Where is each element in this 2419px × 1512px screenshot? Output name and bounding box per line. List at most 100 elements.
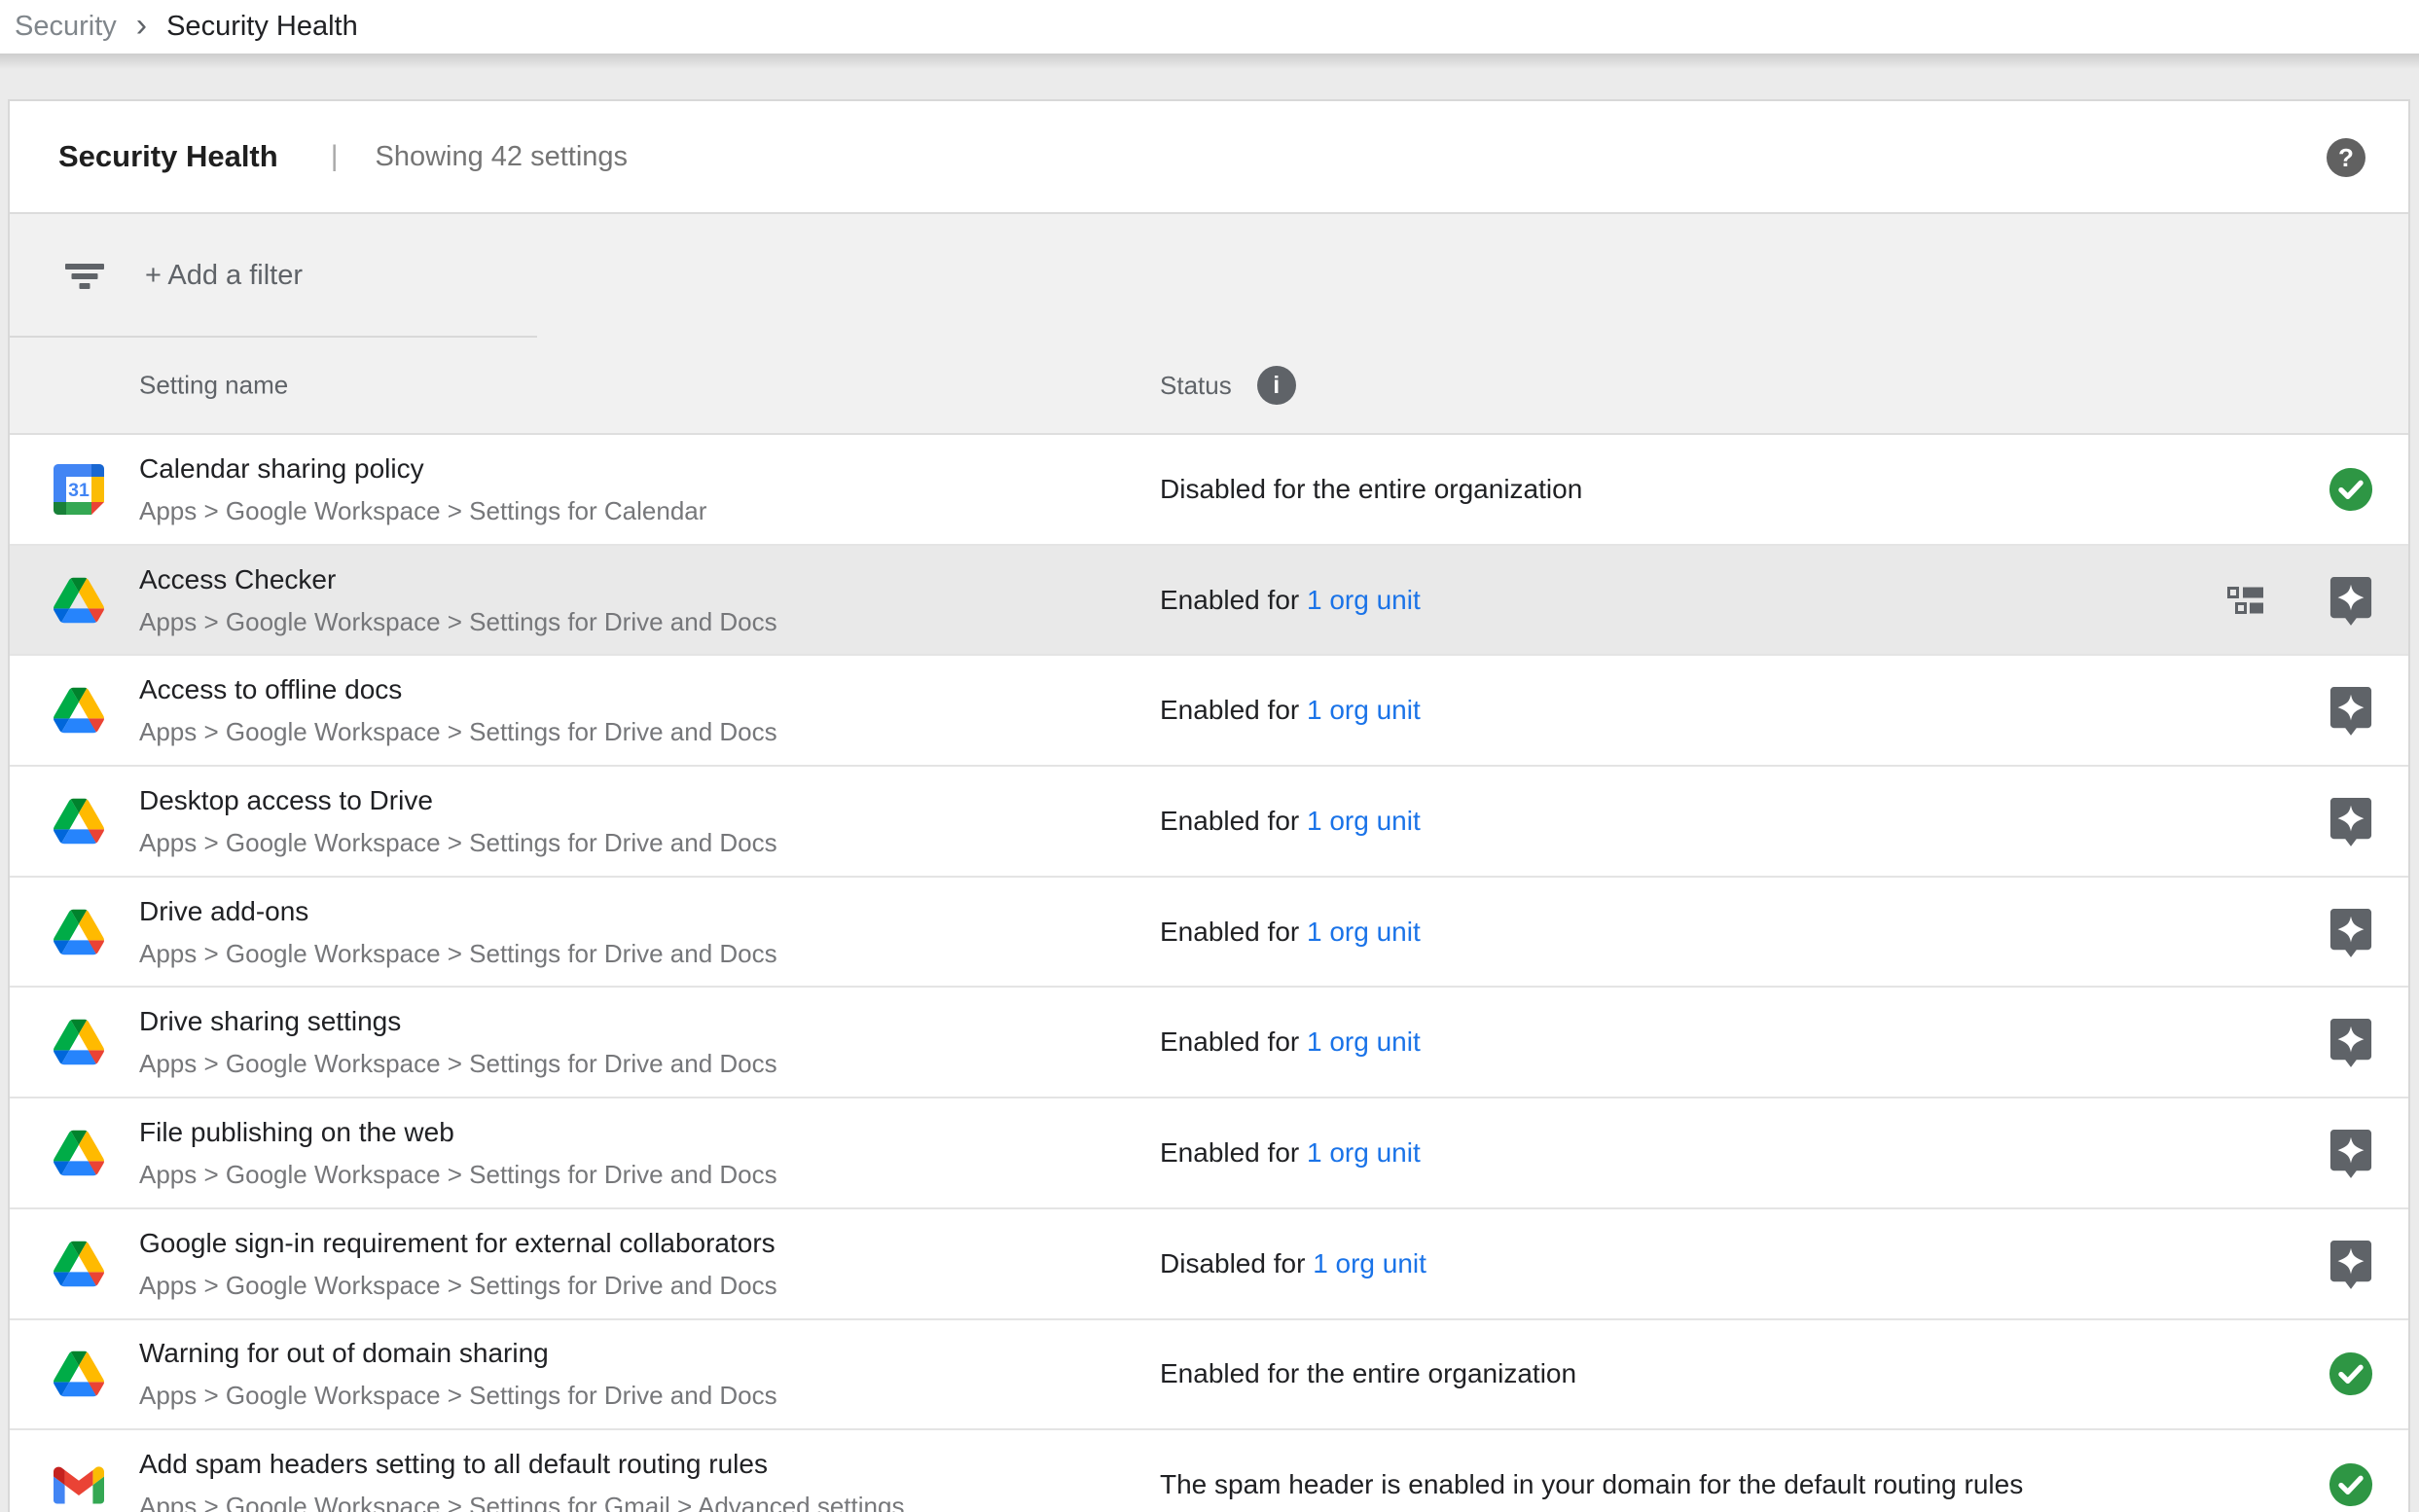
org-unit-link[interactable]: 1 org unit xyxy=(1307,695,1421,725)
setting-status: Enabled for 1 org unit xyxy=(1160,806,1421,837)
breadcrumb-current: Security Health xyxy=(166,11,358,43)
recommendation-badge-icon[interactable] xyxy=(2329,685,2373,736)
org-unit-link[interactable]: 1 org unit xyxy=(1307,585,1421,615)
drive-icon xyxy=(54,907,104,957)
setting-name: Google sign-in requirement for external … xyxy=(139,1227,777,1260)
breadcrumb-parent-link[interactable]: Security xyxy=(15,11,117,43)
setting-path: Apps > Google Workspace > Settings for D… xyxy=(139,827,777,858)
setting-status: Enabled for 1 org unit xyxy=(1160,695,1421,726)
recommendation-badge-icon[interactable] xyxy=(2329,796,2373,846)
status-text: Enabled for xyxy=(1160,1137,1307,1168)
check-circle-icon xyxy=(2329,1351,2373,1396)
breadcrumb-chevron-icon: › xyxy=(136,9,147,42)
check-circle-icon xyxy=(2329,1462,2373,1507)
recommendation-badge-icon[interactable] xyxy=(2329,1239,2373,1289)
setting-status: Enabled for the entire organization xyxy=(1160,1358,1576,1389)
setting-status: The spam header is enabled in your domai… xyxy=(1160,1469,2023,1500)
filter-and-header-section: + Add a filter Setting name Status i xyxy=(10,214,2408,435)
setting-name: Calendar sharing policy xyxy=(139,452,706,486)
drive-icon xyxy=(54,1239,104,1289)
column-status: Status i xyxy=(1160,366,1296,405)
check-circle-icon xyxy=(2329,467,2373,512)
setting-path: Apps > Google Workspace > Settings for D… xyxy=(139,1270,777,1301)
recommendation-badge-icon[interactable] xyxy=(2329,907,2373,957)
info-icon[interactable]: i xyxy=(1257,366,1296,405)
setting-name: Access to offline docs xyxy=(139,673,777,706)
drive-icon xyxy=(54,796,104,846)
setting-status: Enabled for 1 org unit xyxy=(1160,917,1421,948)
setting-name: File publishing on the web xyxy=(139,1116,777,1149)
setting-path: Apps > Google Workspace > Settings for D… xyxy=(139,606,777,637)
setting-path: Apps > Google Workspace > Settings for D… xyxy=(139,1159,777,1190)
status-text: Enabled for xyxy=(1160,695,1307,725)
setting-row[interactable]: Warning for out of domain sharing Apps > … xyxy=(10,1320,2408,1431)
status-text: Disabled for the entire organization xyxy=(1160,474,1582,504)
setting-path: Apps > Google Workspace > Settings for D… xyxy=(139,1380,777,1411)
card-titlebar: Security Health | Showing 42 settings ? xyxy=(10,101,2408,214)
setting-name: Drive add-ons xyxy=(139,895,777,928)
status-text: The spam header is enabled in your domai… xyxy=(1160,1469,2023,1499)
org-unit-link[interactable]: 1 org unit xyxy=(1307,1026,1421,1057)
settings-list: 31 Calendar sharing policy Apps > Google W… xyxy=(10,435,2408,1512)
status-text: Enabled for xyxy=(1160,806,1307,836)
setting-row[interactable]: Drive add-ons Apps > Google Workspace > S… xyxy=(10,878,2408,989)
setting-status: Disabled for 1 org unit xyxy=(1160,1248,1426,1279)
drive-icon xyxy=(54,685,104,736)
setting-path: Apps > Google Workspace > Settings for G… xyxy=(139,1491,904,1512)
setting-path: Apps > Google Workspace > Settings for D… xyxy=(139,716,777,747)
status-text: Enabled for xyxy=(1160,585,1307,615)
setting-path: Apps > Google Workspace > Settings for D… xyxy=(139,938,777,969)
recommendation-badge-icon[interactable] xyxy=(2329,575,2373,626)
column-status-label: Status xyxy=(1160,371,1232,401)
table-header: Setting name Status i xyxy=(10,338,2408,435)
setting-row[interactable]: 31 Calendar sharing policy Apps > Google W… xyxy=(10,435,2408,546)
recommendation-badge-icon[interactable] xyxy=(2329,1128,2373,1178)
setting-row[interactable]: File publishing on the web Apps > Google … xyxy=(10,1098,2408,1209)
add-filter-button[interactable]: + Add a filter xyxy=(145,260,303,292)
settings-count: Showing 42 settings xyxy=(376,141,629,173)
setting-name: Warning for out of domain sharing xyxy=(139,1337,777,1370)
setting-name: Access Checker xyxy=(139,563,777,596)
setting-name: Add spam headers setting to all default … xyxy=(139,1448,904,1481)
setting-row[interactable]: Drive sharing settings Apps > Google Work… xyxy=(10,988,2408,1098)
calendar-icon: 31 xyxy=(54,464,104,515)
setting-row[interactable]: Desktop access to Drive Apps > Google Wor… xyxy=(10,767,2408,878)
status-text: Enabled for the entire organization xyxy=(1160,1358,1576,1388)
org-unit-link[interactable]: 1 org unit xyxy=(1307,1137,1421,1168)
status-text: Enabled for xyxy=(1160,1026,1307,1057)
drive-icon xyxy=(54,575,104,626)
setting-path: Apps > Google Workspace > Settings for C… xyxy=(139,495,706,526)
org-unit-link[interactable]: 1 org unit xyxy=(1307,917,1421,947)
setting-row[interactable]: Access to offline docs Apps > Google Work… xyxy=(10,656,2408,767)
status-text: Enabled for xyxy=(1160,917,1307,947)
drive-icon xyxy=(54,1017,104,1067)
setting-name: Drive sharing settings xyxy=(139,1005,777,1038)
setting-row[interactable]: Add spam headers setting to all default … xyxy=(10,1430,2408,1512)
org-unit-link[interactable]: 1 org unit xyxy=(1307,806,1421,836)
setting-row[interactable]: Google sign-in requirement for external … xyxy=(10,1209,2408,1320)
page-title: Security Health xyxy=(58,139,278,174)
security-health-card: Security Health | Showing 42 settings ? … xyxy=(8,99,2410,1512)
column-setting-name: Setting name xyxy=(139,371,288,401)
setting-path: Apps > Google Workspace > Settings for D… xyxy=(139,1048,777,1079)
org-units-icon[interactable] xyxy=(2227,585,2264,616)
org-unit-link[interactable]: 1 org unit xyxy=(1313,1248,1426,1278)
gmail-icon xyxy=(54,1459,104,1510)
setting-status: Enabled for 1 org unit xyxy=(1160,585,1421,616)
svg-text:31: 31 xyxy=(68,480,90,501)
setting-name: Desktop access to Drive xyxy=(139,784,777,817)
setting-status: Disabled for the entire organization xyxy=(1160,474,1582,505)
security-health-page: { "breadcrumb": { "parent": "Security", … xyxy=(0,0,2419,1512)
status-text: Disabled for xyxy=(1160,1248,1313,1278)
setting-row[interactable]: Access Checker Apps > Google Workspace > … xyxy=(10,546,2408,657)
filter-bar: + Add a filter xyxy=(10,214,2408,338)
filter-icon xyxy=(65,264,104,289)
recommendation-badge-icon[interactable] xyxy=(2329,1017,2373,1067)
help-icon[interactable]: ? xyxy=(2327,138,2365,177)
breadcrumb: Security › Security Health xyxy=(0,0,2419,54)
drive-icon xyxy=(54,1349,104,1399)
header-shadow xyxy=(0,54,2419,69)
setting-status: Enabled for 1 org unit xyxy=(1160,1026,1421,1058)
setting-status: Enabled for 1 org unit xyxy=(1160,1137,1421,1169)
drive-icon xyxy=(54,1128,104,1178)
